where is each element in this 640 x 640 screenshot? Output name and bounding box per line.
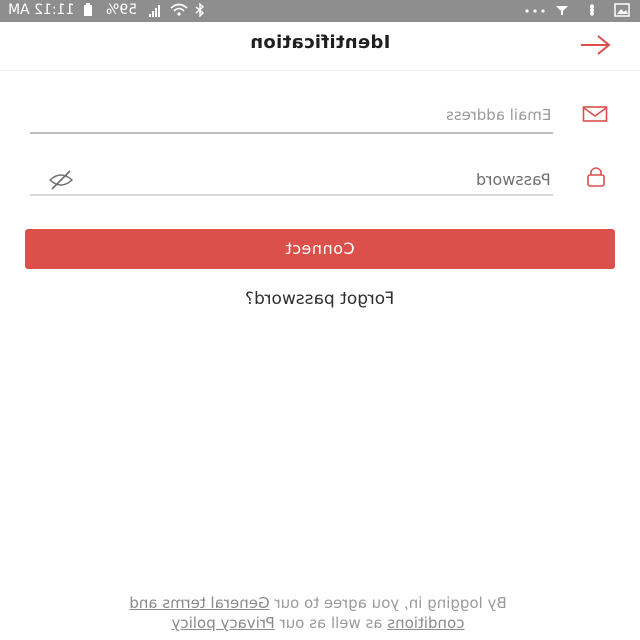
legal-line-2: conditions as well as our Privacy policy (32, 613, 604, 633)
notification-icon (554, 3, 570, 17)
legal-middle: as well as our (274, 614, 388, 632)
forgot-password-link[interactable]: Forgot password? (0, 289, 640, 309)
status-bar-left: 11:12 AM 59% (8, 2, 210, 18)
signal-icon (146, 3, 162, 17)
status-time: 11:12 AM (8, 2, 75, 18)
battery-icon (82, 3, 98, 17)
privacy-link[interactable]: Privacy policy (172, 614, 275, 632)
forgot-password-label: Forgot password? (245, 289, 395, 309)
app-header: Identification (0, 22, 640, 71)
terms-link[interactable]: General terms and (129, 594, 269, 612)
fan-icon (584, 3, 600, 17)
bluetooth-icon (194, 2, 210, 18)
connect-button-label: Connect (285, 239, 355, 258)
mail-icon (582, 104, 608, 128)
password-field[interactable]: Password (30, 160, 553, 196)
lock-icon (584, 164, 610, 188)
legal-line-1: By logging in, you agree to our General … (32, 593, 604, 613)
email-placeholder: Email address (445, 106, 551, 124)
legal-prefix: By logging in, you agree to our (269, 594, 507, 612)
legal-notice: By logging in, you agree to our General … (32, 593, 604, 633)
eye-off-icon (48, 170, 74, 190)
back-button[interactable] (578, 34, 612, 56)
connect-button[interactable]: Connect (25, 229, 615, 269)
email-field[interactable]: Email address (30, 98, 553, 134)
wifi-icon (170, 3, 188, 17)
status-bar-right (524, 3, 630, 17)
page-title-text: Identification (249, 32, 391, 53)
battery-percent: 59% (106, 2, 138, 18)
image-icon (614, 3, 630, 17)
arrow-icon (581, 35, 611, 55)
dots-icon (524, 3, 545, 17)
page-title: Identification (0, 32, 640, 53)
password-placeholder: Password (476, 170, 551, 189)
terms-link-continued[interactable]: conditions (387, 614, 464, 632)
password-visibility-toggle[interactable] (44, 168, 78, 192)
status-bar: 11:12 AM 59% (0, 0, 640, 22)
